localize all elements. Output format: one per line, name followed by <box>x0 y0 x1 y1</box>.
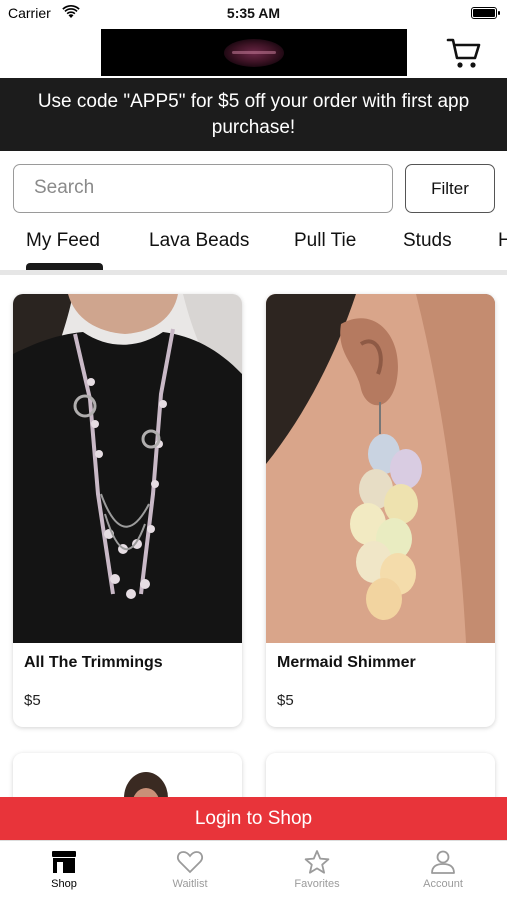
logo-mark <box>224 38 284 67</box>
promo-banner: Use code "APP5" for $5 off your order wi… <box>0 78 507 151</box>
tab-studs[interactable]: Studs <box>403 230 452 252</box>
tabbar-item-favorites[interactable]: Favorites <box>267 849 367 890</box>
tabbar-label: Favorites <box>294 878 340 890</box>
tab-lava-beads[interactable]: Lava Beads <box>149 230 249 252</box>
tabbar-label: Account <box>423 878 463 890</box>
tab-my-feed[interactable]: My Feed <box>26 230 100 252</box>
search-field[interactable] <box>13 164 393 213</box>
product-image[interactable] <box>266 294 495 643</box>
shop-icon <box>52 851 76 873</box>
battery-icon <box>471 7 500 19</box>
app-header <box>0 28 507 78</box>
tabbar-item-shop[interactable]: Shop <box>14 849 114 890</box>
tabbar-item-waitlist[interactable]: Waitlist <box>140 849 240 890</box>
promo-text: Use code "APP5" for $5 off your order wi… <box>37 91 470 138</box>
tabs-divider <box>0 270 507 275</box>
filter-button[interactable]: Filter <box>405 164 495 213</box>
status-bar: Carrier 5:35 AM <box>0 0 507 28</box>
cart-icon[interactable] <box>446 36 482 70</box>
product-price: $5 <box>277 692 294 709</box>
tab-pull-tie[interactable]: Pull Tie <box>294 230 356 252</box>
product-name: All The Trimmings <box>24 654 163 671</box>
product-price: $5 <box>24 692 41 709</box>
bottom-tab-bar: Shop Waitlist Favorites Account <box>0 840 507 900</box>
product-image[interactable] <box>13 294 242 643</box>
category-tabs: My Feed Lava Beads Pull Tie Studs H <box>0 224 507 274</box>
star-icon <box>304 850 330 874</box>
tab-overflow[interactable]: H <box>498 230 507 252</box>
tabbar-label: Waitlist <box>172 878 208 890</box>
tabbar-item-account[interactable]: Account <box>393 849 493 890</box>
product-card[interactable]: All The Trimmings $5 <box>13 294 242 727</box>
product-name: Mermaid Shimmer <box>277 654 416 671</box>
product-card[interactable]: Mermaid Shimmer $5 <box>266 294 495 727</box>
clock: 5:35 AM <box>226 5 281 21</box>
login-to-shop-button[interactable]: Login to Shop <box>0 797 507 840</box>
heart-icon <box>177 851 203 874</box>
search-input[interactable] <box>34 177 374 199</box>
tabbar-label: Shop <box>51 878 77 890</box>
person-icon <box>431 850 455 874</box>
store-logo[interactable] <box>101 29 407 76</box>
